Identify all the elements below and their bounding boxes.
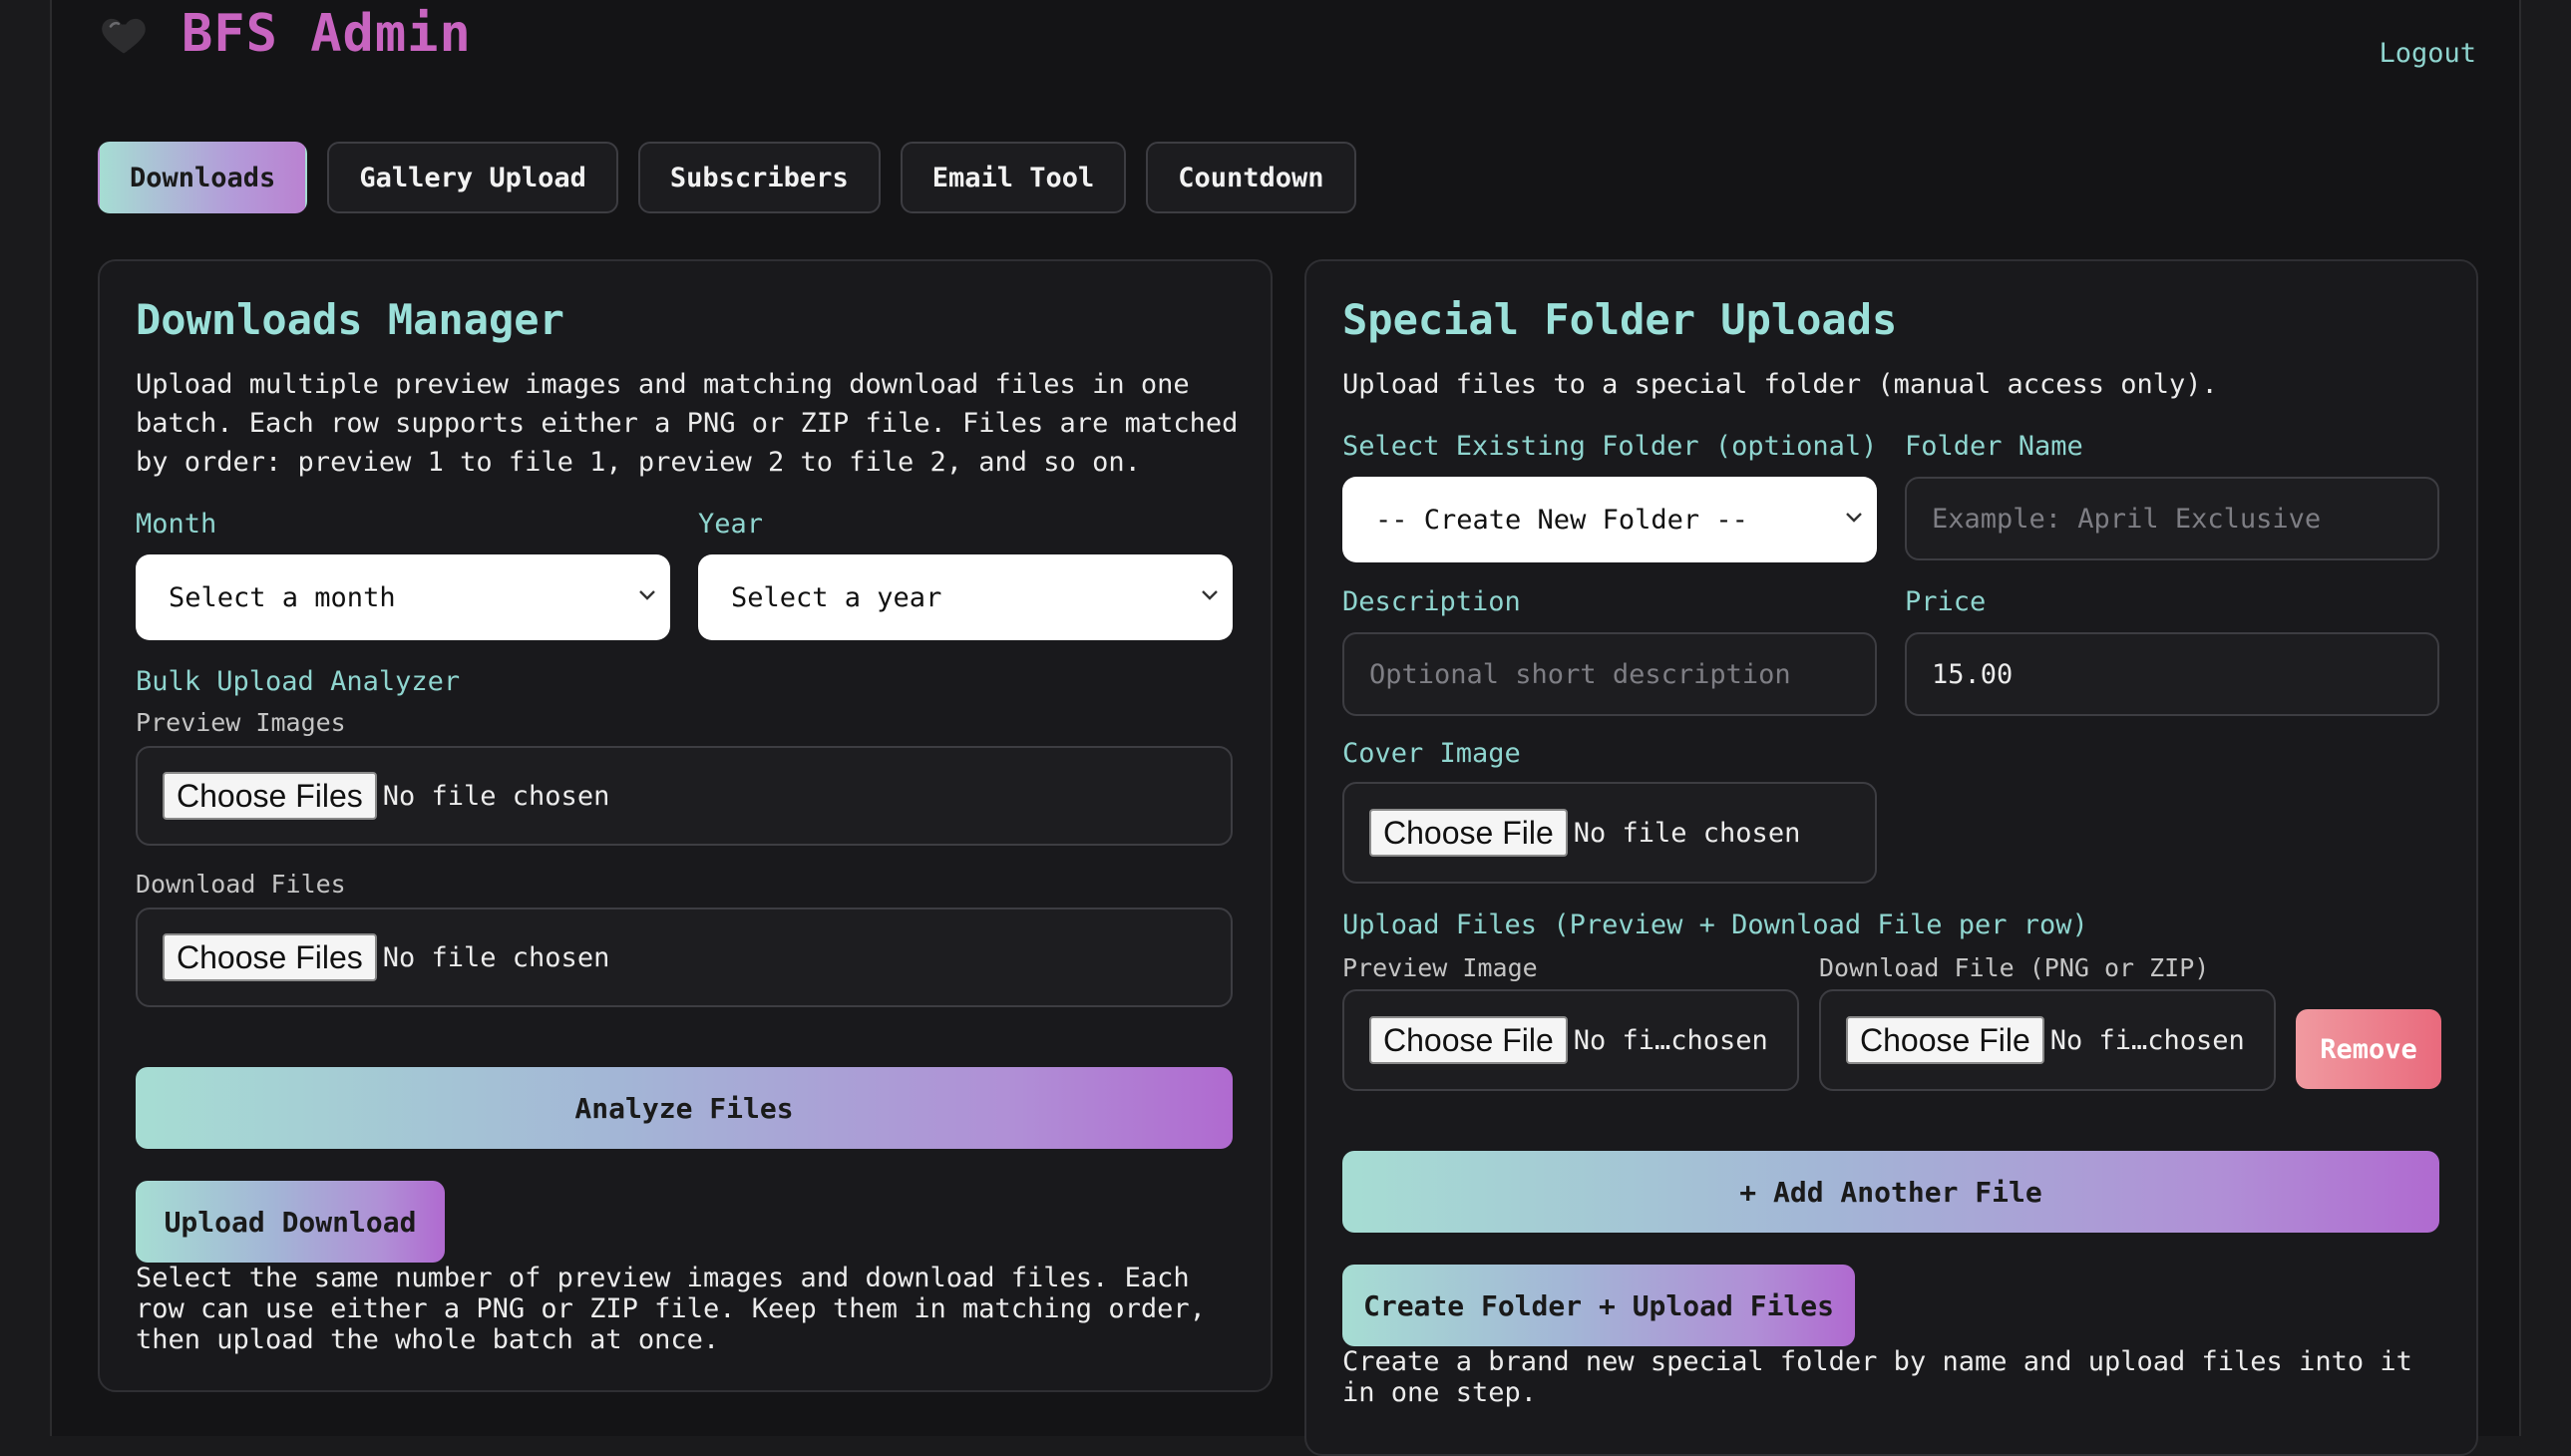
month-select[interactable]: Select a month — [136, 554, 670, 640]
choose-file-button[interactable]: Choose File — [1846, 1016, 2044, 1064]
chevron-down-icon — [1202, 590, 1218, 600]
year-select[interactable]: Select a year — [698, 554, 1233, 640]
description-line: by order: preview 1 to file 1, preview 2… — [136, 447, 1141, 478]
tab-gallery-upload[interactable]: Gallery Upload — [327, 142, 618, 213]
year-select-value: Select a year — [731, 581, 942, 613]
create-folder-upload-button[interactable]: Create Folder + Upload Files — [1342, 1265, 1855, 1346]
download-files-label: Download Files — [136, 870, 346, 899]
preview-image-label: Preview Image — [1342, 953, 1538, 982]
special-note: Create a brand new special folder by nam… — [1342, 1346, 2459, 1408]
tab-downloads[interactable]: Downloads — [98, 142, 308, 213]
downloads-description: Upload multiple preview images and match… — [136, 365, 1243, 482]
price-input[interactable]: 15.00 — [1905, 632, 2439, 716]
choose-files-button[interactable]: Choose Files — [163, 772, 377, 820]
description-input[interactable]: Optional short description — [1342, 632, 1877, 716]
existing-folder-label: Select Existing Folder (optional) — [1342, 431, 1878, 462]
bulk-upload-label: Bulk Upload Analyzer — [136, 666, 461, 697]
folder-name-input[interactable]: Example: April Exclusive — [1905, 477, 2439, 560]
note-line: row can use either a PNG or ZIP file. Ke… — [136, 1293, 1206, 1324]
special-description: Upload files to a special folder (manual… — [1342, 369, 2218, 400]
remove-row-button[interactable]: Remove — [2296, 1009, 2441, 1089]
chevron-down-icon — [1846, 513, 1862, 523]
download-files-input[interactable]: Choose Files No file chosen — [136, 908, 1233, 1007]
choose-files-button[interactable]: Choose Files — [163, 933, 377, 981]
description-line: Upload multiple preview images and match… — [136, 369, 1190, 400]
note-line: in one step. — [1342, 1377, 1538, 1408]
preview-images-label: Preview Images — [136, 708, 346, 737]
note-line: then upload the whole batch at once. — [136, 1324, 720, 1355]
note-line: Select the same number of preview images… — [136, 1263, 1190, 1293]
year-label: Year — [698, 509, 764, 540]
preview-images-input[interactable]: Choose Files No file chosen — [136, 746, 1233, 846]
file-status: No fi…chosen — [2049, 1024, 2245, 1056]
note-line: Create a brand new special folder by nam… — [1342, 1346, 2412, 1377]
row-preview-image-input[interactable]: Choose File No fi…chosen — [1342, 989, 1799, 1091]
existing-folder-value: -- Create New Folder -- — [1375, 504, 1748, 536]
special-folder-panel: Special Folder Uploads Upload files to a… — [1304, 259, 2478, 1456]
analyze-files-button[interactable]: Analyze Files — [136, 1067, 1233, 1149]
choose-file-button[interactable]: Choose File — [1369, 809, 1568, 857]
tab-email-tool[interactable]: Email Tool — [900, 142, 1127, 213]
tab-countdown[interactable]: Countdown — [1146, 142, 1356, 213]
cover-image-label: Cover Image — [1342, 738, 1521, 769]
price-label: Price — [1905, 586, 1987, 617]
add-another-file-button[interactable]: + Add Another File — [1342, 1151, 2439, 1233]
file-status: No file chosen — [382, 941, 610, 973]
description-line: batch. Each row supports either a PNG or… — [136, 408, 1239, 439]
downloads-note: Select the same number of preview images… — [136, 1263, 1253, 1355]
tab-subscribers[interactable]: Subscribers — [637, 142, 881, 213]
tab-bar: Downloads Gallery Upload Subscribers Ema… — [98, 142, 1356, 213]
logout-link[interactable]: Logout — [2379, 38, 2476, 69]
special-heading: Special Folder Uploads — [1342, 295, 1898, 344]
cover-image-input[interactable]: Choose File No file chosen — [1342, 782, 1877, 884]
existing-folder-select[interactable]: -- Create New Folder -- — [1342, 477, 1877, 562]
chevron-down-icon — [639, 590, 655, 600]
month-select-value: Select a month — [169, 581, 396, 613]
downloads-heading: Downloads Manager — [136, 295, 564, 344]
heart-icon — [102, 18, 146, 54]
description-label: Description — [1342, 586, 1521, 617]
downloads-manager-panel: Downloads Manager Upload multiple previe… — [98, 259, 1273, 1392]
row-download-file-input[interactable]: Choose File No fi…chosen — [1819, 989, 2276, 1091]
month-label: Month — [136, 509, 217, 540]
upload-download-button[interactable]: Upload Download — [136, 1181, 445, 1263]
download-file-label: Download File (PNG or ZIP) — [1819, 953, 2210, 982]
upload-files-label: Upload Files (Preview + Download File pe… — [1342, 910, 2088, 940]
file-status: No file chosen — [382, 780, 610, 812]
file-status: No fi…chosen — [1573, 1024, 1768, 1056]
folder-name-label: Folder Name — [1905, 431, 2083, 462]
app-header: BFS Admin — [98, 4, 472, 64]
choose-file-button[interactable]: Choose File — [1369, 1016, 1568, 1064]
file-status: No file chosen — [1573, 817, 1801, 849]
app-title: BFS Admin — [182, 4, 472, 64]
